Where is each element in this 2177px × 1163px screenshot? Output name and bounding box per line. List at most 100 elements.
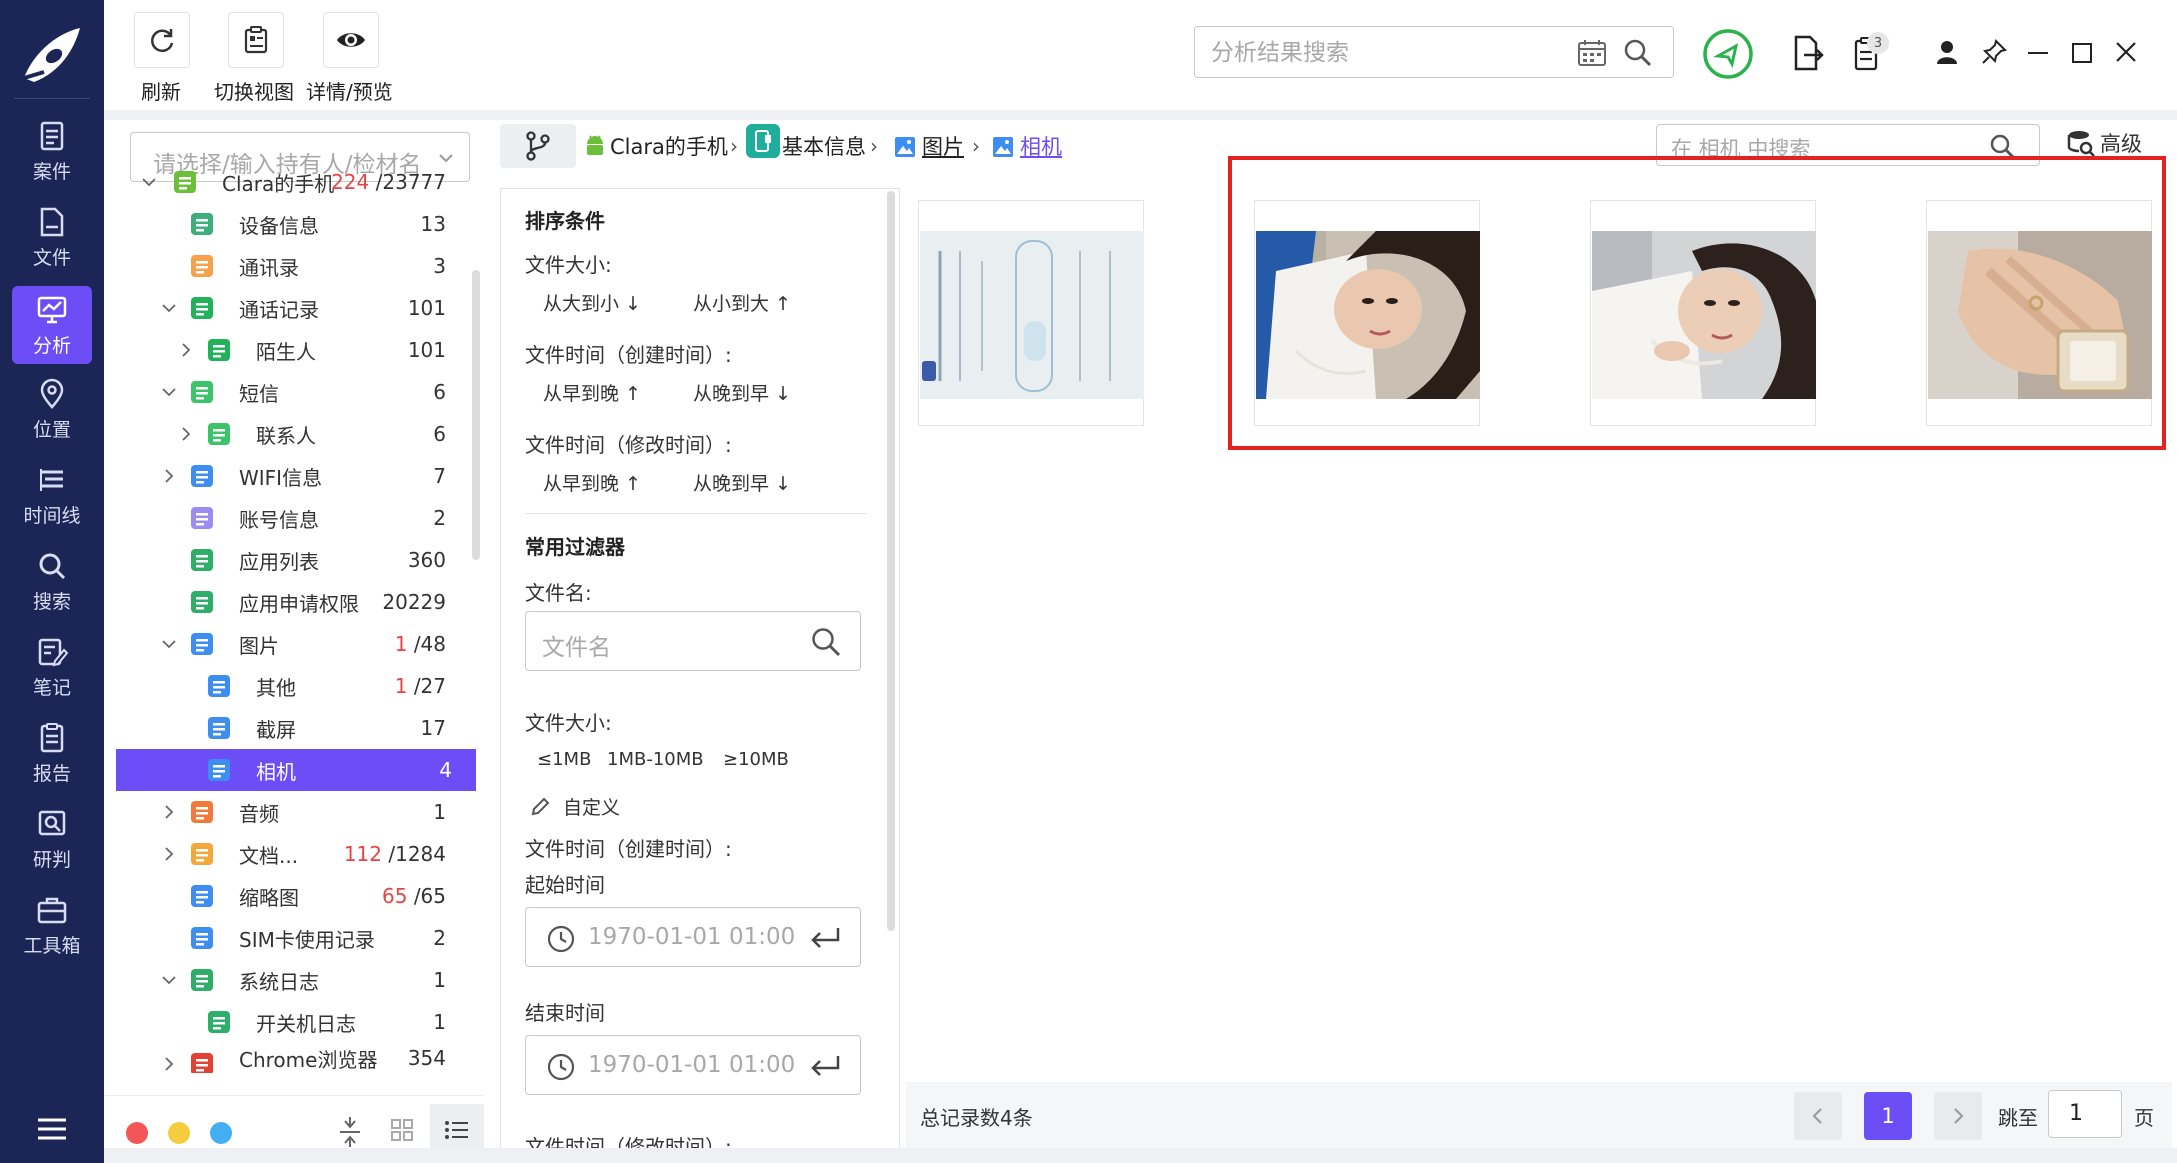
advanced-search-button[interactable]: 高级: [2066, 128, 2142, 158]
breadcrumb-basic-info[interactable]: 基本信息: [782, 131, 866, 161]
size-opt-large[interactable]: ≥10MB: [723, 749, 789, 770]
tree-item[interactable]: 音频 1: [116, 791, 470, 833]
tree-item[interactable]: 图片 1 /48: [116, 623, 470, 665]
nav-timeline[interactable]: 时间线: [12, 456, 92, 534]
sort-mtime-asc[interactable]: 从早到晚 ↑: [543, 469, 641, 496]
tree-item[interactable]: 相机 4: [116, 749, 476, 791]
nav-judgement[interactable]: 研判: [12, 800, 92, 878]
export-icon[interactable]: [1790, 34, 1824, 72]
sort-ctime-desc[interactable]: 从晚到早 ↓: [693, 379, 791, 406]
refresh-icon: [151, 29, 174, 53]
prev-page-button[interactable]: [1794, 1092, 1842, 1140]
tree-item[interactable]: 通话记录 101: [116, 287, 470, 329]
chevron-right-icon[interactable]: [161, 846, 177, 862]
chevron-down-icon[interactable]: [161, 384, 177, 400]
switch-view-button[interactable]: [228, 12, 284, 68]
chevron-right-icon[interactable]: [161, 804, 177, 820]
sort-size-asc[interactable]: 从小到大 ↑: [693, 289, 791, 316]
sort-size-desc[interactable]: 从大到小 ↓: [543, 289, 641, 316]
chevron-down-icon[interactable]: [161, 972, 177, 988]
tree-item-total-count: 101: [407, 296, 446, 320]
nav-case[interactable]: 案件: [12, 112, 92, 190]
image-thumbnail[interactable]: [918, 200, 1144, 426]
arrow-down-icon: ↓: [775, 473, 791, 495]
refresh-button[interactable]: [134, 12, 190, 68]
nav-notes[interactable]: 笔记: [12, 628, 92, 706]
size-opt-medium[interactable]: 1MB-10MB: [607, 749, 704, 770]
grid-view-icon[interactable]: [390, 1118, 414, 1142]
tree-item[interactable]: 短信 6: [116, 371, 470, 413]
tree-item[interactable]: 截屏 17: [116, 707, 470, 749]
nav-search[interactable]: 搜索: [12, 542, 92, 620]
breadcrumb-device[interactable]: Clara的手机: [610, 131, 728, 161]
nav-analysis[interactable]: 分析: [12, 286, 92, 364]
analysis-search-field[interactable]: [1194, 26, 1674, 78]
tree-item[interactable]: 应用申请权限 20229: [116, 581, 470, 623]
window-bottom-edge: [104, 1148, 2177, 1163]
red-dot-filter[interactable]: [126, 1122, 148, 1144]
tree-item[interactable]: 文档... 112 /1284: [116, 833, 470, 875]
nav-location[interactable]: 位置: [12, 370, 92, 448]
tree-item[interactable]: 应用列表 360: [116, 539, 470, 581]
tree-item[interactable]: 陌生人 101: [116, 329, 470, 371]
maximize-icon[interactable]: [2068, 40, 2096, 66]
chevron-down-icon[interactable]: [161, 300, 177, 316]
chevron-right-icon[interactable]: [178, 426, 194, 442]
size-custom-button[interactable]: 自定义: [529, 793, 620, 820]
tree-item[interactable]: 系统日志 1: [116, 959, 470, 1001]
search-icon[interactable]: [1623, 38, 1653, 68]
minimize-icon[interactable]: [2024, 40, 2052, 66]
tree-item[interactable]: SIM卡使用记录 2: [116, 917, 470, 959]
breadcrumb-camera[interactable]: 相机: [1020, 131, 1062, 161]
nav-label: 分析: [32, 334, 71, 357]
nav-file[interactable]: 文件: [12, 198, 92, 276]
blue-dot-filter[interactable]: [210, 1122, 232, 1144]
calendar-icon[interactable]: [1577, 39, 1607, 67]
size-opt-small[interactable]: ≤1MB: [537, 749, 591, 770]
collapse-all-icon[interactable]: [336, 1116, 364, 1148]
detail-preview-button[interactable]: [323, 12, 379, 68]
menu-icon[interactable]: [34, 1115, 70, 1143]
next-page-button[interactable]: [1934, 1092, 1982, 1140]
tree-item[interactable]: 账号信息 2: [116, 497, 470, 539]
evidence-tree-panel: 请选择/输入持有人/检材名 Clara的手机 224 /23777 设备信息 13 通讯…: [104, 120, 484, 1163]
chevron-down-icon[interactable]: [141, 174, 157, 190]
analysis-search-input[interactable]: [1211, 39, 1551, 67]
image-icon: [208, 759, 230, 781]
pin-icon[interactable]: [1980, 38, 2008, 66]
breadcrumb-images[interactable]: 图片: [922, 131, 964, 161]
chevron-right-icon[interactable]: [161, 468, 177, 484]
tree-item[interactable]: Clara的手机 224 /23777: [116, 161, 470, 203]
tree-item[interactable]: 缩略图 65 /65: [116, 875, 470, 917]
close-icon[interactable]: [2112, 40, 2140, 66]
filename-field[interactable]: 文件名: [525, 611, 861, 671]
shield-status-icon[interactable]: [1702, 28, 1754, 80]
chevron-right-icon[interactable]: [178, 342, 194, 358]
tree-scrollbar[interactable]: [472, 270, 480, 560]
end-time-field[interactable]: 1970-01-01 01:00:00: [525, 1035, 861, 1095]
tree-item[interactable]: 其他 1 /27: [116, 665, 470, 707]
tree-item[interactable]: WIFI信息 7: [116, 455, 470, 497]
logo-divider: [14, 98, 90, 99]
sort-ctime-asc[interactable]: 从早到晚 ↑: [543, 379, 641, 406]
search-icon[interactable]: [810, 626, 842, 658]
page-button-current[interactable]: 1: [1864, 1092, 1912, 1140]
yellow-dot-filter[interactable]: [168, 1122, 190, 1144]
branch-button[interactable]: [500, 124, 576, 168]
tree-item[interactable]: Chrome浏览器 354: [116, 1043, 470, 1073]
tree-item[interactable]: 设备信息 13: [116, 203, 470, 245]
nav-toolbox[interactable]: 工具箱: [12, 886, 92, 964]
sort-mtime-desc[interactable]: 从晚到早 ↓: [693, 469, 791, 496]
tree-item[interactable]: 通讯录 3: [116, 245, 470, 287]
tree-item[interactable]: 开关机日志 1: [116, 1001, 470, 1043]
chevron-right-icon[interactable]: [161, 1056, 177, 1072]
filter-scrollbar[interactable]: [887, 191, 895, 931]
user-icon[interactable]: [1934, 38, 1960, 66]
jump-page-input[interactable]: 1: [2048, 1090, 2122, 1138]
enter-icon[interactable]: [808, 1052, 842, 1080]
nav-report[interactable]: 报告: [12, 714, 92, 792]
tree-item[interactable]: 联系人 6: [116, 413, 470, 455]
start-time-field[interactable]: 1970-01-01 01:00:00: [525, 907, 861, 967]
chevron-down-icon[interactable]: [161, 636, 177, 652]
enter-icon[interactable]: [808, 924, 842, 952]
